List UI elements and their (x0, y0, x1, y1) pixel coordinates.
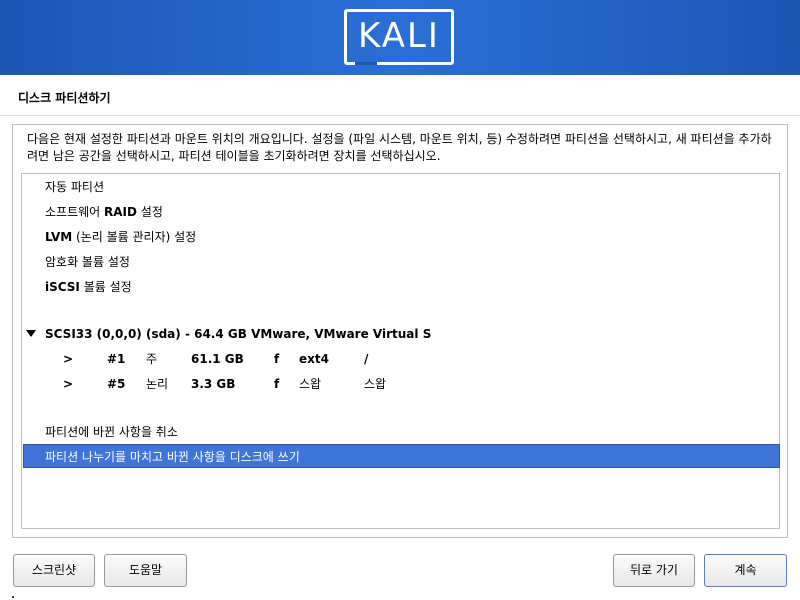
partition-mount: / (364, 352, 369, 366)
kali-logo: KALI (344, 9, 454, 65)
description-text: 다음은 현재 설정한 파티션과 마운트 위치의 개요입니다. 설정을 (파일 시… (27, 132, 772, 163)
chevron-right-icon: > (63, 352, 74, 366)
partition-flag: f (274, 352, 280, 366)
partition-number: #5 (107, 377, 126, 391)
list-item-lvm[interactable]: LVM (논리 볼륨 관리자) 설정 (23, 225, 780, 249)
list-item-undo-changes[interactable]: 파티션에 바뀐 사항을 취소 (23, 420, 780, 444)
partition-flag: f (274, 377, 280, 391)
list-item-label: 자동 파티션 (45, 180, 105, 194)
list-item-label: 파티션 나누기를 마치고 바뀐 사항을 디스크에 쓰기 (45, 450, 300, 464)
list-item-disk-sda[interactable]: SCSI33 (0,0,0) (sda) - 64.4 GB VMware, V… (23, 322, 780, 346)
partition-size: 61.1 GB (191, 352, 244, 366)
partition-fs: 스왑 (299, 377, 322, 391)
back-button[interactable]: 뒤로 가기 (613, 554, 695, 587)
kali-banner: KALI (0, 0, 800, 75)
partition-mount: 스왑 (364, 377, 387, 391)
list-item-label: 암호화 볼륨 설정 (45, 255, 130, 269)
logo-text: KALI (358, 16, 440, 56)
list-item-partition-1[interactable]: > #1 주 61.1 GB f ext4 / (23, 347, 780, 371)
disk-label: SCSI33 (0,0,0) (sda) - 64.4 GB VMware, V… (45, 327, 432, 341)
list-item-software-raid[interactable]: 소프트웨어 RAID 설정 (23, 200, 780, 224)
list-item-auto-partition[interactable]: 자동 파티션 (23, 175, 780, 199)
partition-number: #1 (107, 352, 126, 366)
partition-list[interactable]: 자동 파티션 소프트웨어 RAID 설정 LVM (논리 볼륨 관리자) 설정 … (21, 173, 780, 529)
corner-mark (12, 596, 14, 598)
continue-button[interactable]: 계속 (704, 554, 787, 587)
page-title: 디스크 파티션하기 (18, 91, 111, 105)
list-item-encrypted-volumes[interactable]: 암호화 볼륨 설정 (23, 250, 780, 274)
list-item-iscsi[interactable]: iSCSI 볼륨 설정 (23, 275, 780, 299)
list-item-partition-5[interactable]: > #5 논리 3.3 GB f 스왑 스왑 (23, 372, 780, 396)
help-button[interactable]: 도움말 (104, 554, 187, 587)
list-item-label: 파티션에 바뀐 사항을 취소 (45, 425, 178, 439)
screenshot-button[interactable]: 스크린샷 (13, 554, 95, 587)
list-item-finish-partitioning[interactable]: 파티션 나누기를 마치고 바뀐 사항을 디스크에 쓰기 (23, 444, 780, 468)
partition-size: 3.3 GB (191, 377, 236, 391)
partition-type: 논리 (146, 377, 169, 391)
main-panel: 다음은 현재 설정한 파티션과 마운트 위치의 개요입니다. 설정을 (파일 시… (12, 124, 788, 538)
chevron-right-icon: > (63, 377, 74, 391)
partition-type: 주 (146, 352, 158, 366)
partition-fs: ext4 (299, 352, 329, 366)
expand-triangle-icon (26, 330, 36, 337)
title-bar: 디스크 파티션하기 (0, 75, 800, 116)
